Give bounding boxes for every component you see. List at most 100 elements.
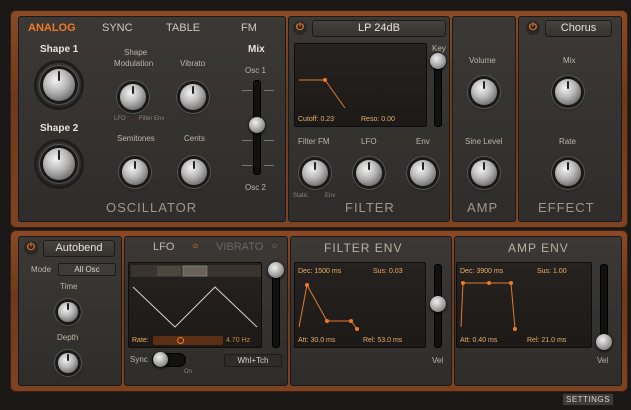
filter-env-vel-handle[interactable]	[430, 296, 446, 312]
filter-env-title: FILTER ENV	[324, 241, 403, 255]
lfo-tab-indicator-icon: ⏻	[193, 244, 198, 250]
vibrato-knob[interactable]	[180, 84, 206, 110]
aenv-dec-value: 3900 ms	[476, 268, 504, 275]
autobend-title: Autobend	[43, 240, 115, 257]
sine-level-knob[interactable]	[471, 160, 497, 186]
reso-value: 0.00	[381, 116, 395, 123]
filter-env-rel-readout: Rel: 53.0 ms	[363, 337, 402, 344]
aenv-dec-label: Dec:	[460, 268, 475, 275]
tab-table[interactable]: TABLE	[166, 22, 200, 34]
fenv-rel-value: 53.0 ms	[377, 337, 403, 344]
filter-lfo-label: LFO	[361, 137, 377, 146]
sine-level-label: Sine Level	[465, 137, 503, 146]
mix-tick	[242, 90, 252, 91]
cutoff-value: 0.23	[320, 116, 335, 123]
vibrato-tab-indicator-icon: ⏻	[272, 244, 277, 250]
filter-env-att-readout: Att: 30.0 ms	[298, 337, 335, 344]
key-label: Key	[432, 44, 446, 53]
amp-env-curve	[460, 281, 517, 331]
lfo-rate-bar[interactable]	[153, 336, 223, 345]
shape-mod-label-line1: Shape	[124, 48, 148, 57]
autobend-time-knob[interactable]	[58, 302, 78, 322]
tab-vibrato[interactable]: VIBRATO	[216, 241, 263, 253]
effect-type-selector[interactable]: Chorus	[545, 20, 612, 37]
filter-static-label: Static	[293, 193, 309, 199]
cents-knob[interactable]	[181, 159, 207, 185]
amp-panel	[452, 16, 516, 222]
autobend-time-label: Time	[60, 282, 78, 291]
effect-mix-label: Mix	[563, 56, 576, 65]
effect-mix-knob[interactable]	[555, 79, 581, 105]
lfo-sync-toggle-knob[interactable]	[153, 352, 168, 367]
tab-sync[interactable]: SYNC	[102, 22, 133, 34]
shape2-knob[interactable]	[43, 148, 75, 180]
amp-env-vel-label: Vel	[597, 356, 609, 365]
semitones-label: Semitones	[117, 134, 155, 143]
filter-lfo-knob[interactable]	[356, 160, 382, 186]
lfo-display[interactable]: Rate: 4.70 Hz	[128, 262, 262, 348]
filter-env-dec-readout: Dec: 1500 ms	[298, 268, 341, 275]
aenv-rel-value: 21.0 ms	[541, 337, 567, 344]
semitones-knob[interactable]	[122, 159, 148, 185]
filter-env-display[interactable]: Dec: 1500 ms Sus: 0.03 Att: 30.0 ms Rel:…	[294, 262, 426, 348]
filter-env-label: Env	[416, 137, 430, 146]
filter-type-selector[interactable]: LP 24dB	[312, 20, 446, 37]
key-fader-handle[interactable]	[430, 53, 446, 69]
lfo-fader-handle[interactable]	[268, 262, 284, 278]
shape-mod-label-line2: Modulation	[114, 59, 154, 68]
autobend-power-icon[interactable]: ⏻	[24, 241, 38, 255]
aenv-rel-label: Rel:	[527, 337, 540, 344]
lfo-rate-value: 4.70 Hz	[226, 337, 251, 344]
osc1-label: Osc 1	[245, 66, 266, 75]
autobend-mode-selector[interactable]: All Osc	[58, 263, 116, 276]
mix-tick	[264, 140, 274, 141]
filter-cutoff-readout: Cutoff: 0.23	[298, 116, 334, 123]
tab-fm[interactable]: FM	[241, 22, 257, 34]
effect-title: EFFECT	[538, 200, 595, 215]
autobend-depth-knob[interactable]	[58, 353, 78, 373]
effect-power-icon[interactable]: ⏻	[526, 21, 540, 35]
volume-label: Volume	[469, 56, 496, 65]
amp-env-att-readout: Att: 0.40 ms	[460, 337, 497, 344]
mix-fader-handle[interactable]	[249, 117, 265, 133]
mix-tick	[242, 165, 252, 166]
aenv-att-label: Att:	[460, 337, 471, 344]
amp-env-vel-handle[interactable]	[596, 334, 612, 350]
shape1-label: Shape 1	[40, 44, 79, 55]
effect-rate-knob[interactable]	[555, 160, 581, 186]
filter-env-sus-readout: Sus: 0.03	[373, 268, 403, 275]
fenv-sus-value: 0.03	[388, 268, 403, 275]
filter-title: FILTER	[345, 200, 395, 215]
amp-env-display[interactable]: Dec: 3900 ms Sus: 1.00 Att: 0.40 ms Rel:…	[456, 262, 592, 348]
settings-button[interactable]: SETTINGS	[562, 393, 614, 406]
amp-title: AMP	[467, 200, 499, 215]
fenv-att-label: Att:	[298, 337, 309, 344]
filter-power-icon[interactable]: ⏻	[293, 21, 307, 35]
fenv-dec-value: 1500 ms	[314, 268, 342, 275]
effect-panel	[518, 16, 622, 222]
tab-lfo[interactable]: LFO	[153, 241, 174, 253]
amp-env-rel-readout: Rel: 21.0 ms	[527, 337, 566, 344]
mix-tick	[264, 165, 274, 166]
oscillator-title: OSCILLATOR	[106, 200, 198, 215]
reso-label: Reso:	[361, 116, 380, 123]
filter-reso-readout: Reso: 0.00	[361, 116, 395, 123]
filter-display[interactable]: Cutoff: 0.23 Reso: 0.00	[294, 43, 427, 127]
filter-fm-knob[interactable]	[302, 160, 328, 186]
effect-rate-label: Rate	[559, 137, 576, 146]
amp-env-dec-readout: Dec: 3900 ms	[460, 268, 503, 275]
fenv-sus-label: Sus:	[373, 268, 388, 275]
lfo-sync-label: Sync	[130, 355, 148, 364]
tab-analog[interactable]: ANALOG	[28, 22, 76, 34]
cents-label: Cents	[184, 134, 205, 143]
filter-env-vel-label: Vel	[432, 356, 444, 365]
filter-curve	[299, 78, 346, 109]
aenv-sus-label: Sus:	[537, 268, 552, 275]
cutoff-label: Cutoff:	[298, 116, 319, 123]
volume-knob[interactable]	[471, 79, 497, 105]
shape-mod-knob[interactable]	[120, 84, 146, 110]
shape1-knob[interactable]	[43, 69, 75, 101]
lfo-trigger-selector[interactable]: Whl+Tch	[224, 354, 282, 367]
aenv-att-value: 0.40 ms	[472, 337, 498, 344]
filter-env-knob[interactable]	[410, 160, 436, 186]
